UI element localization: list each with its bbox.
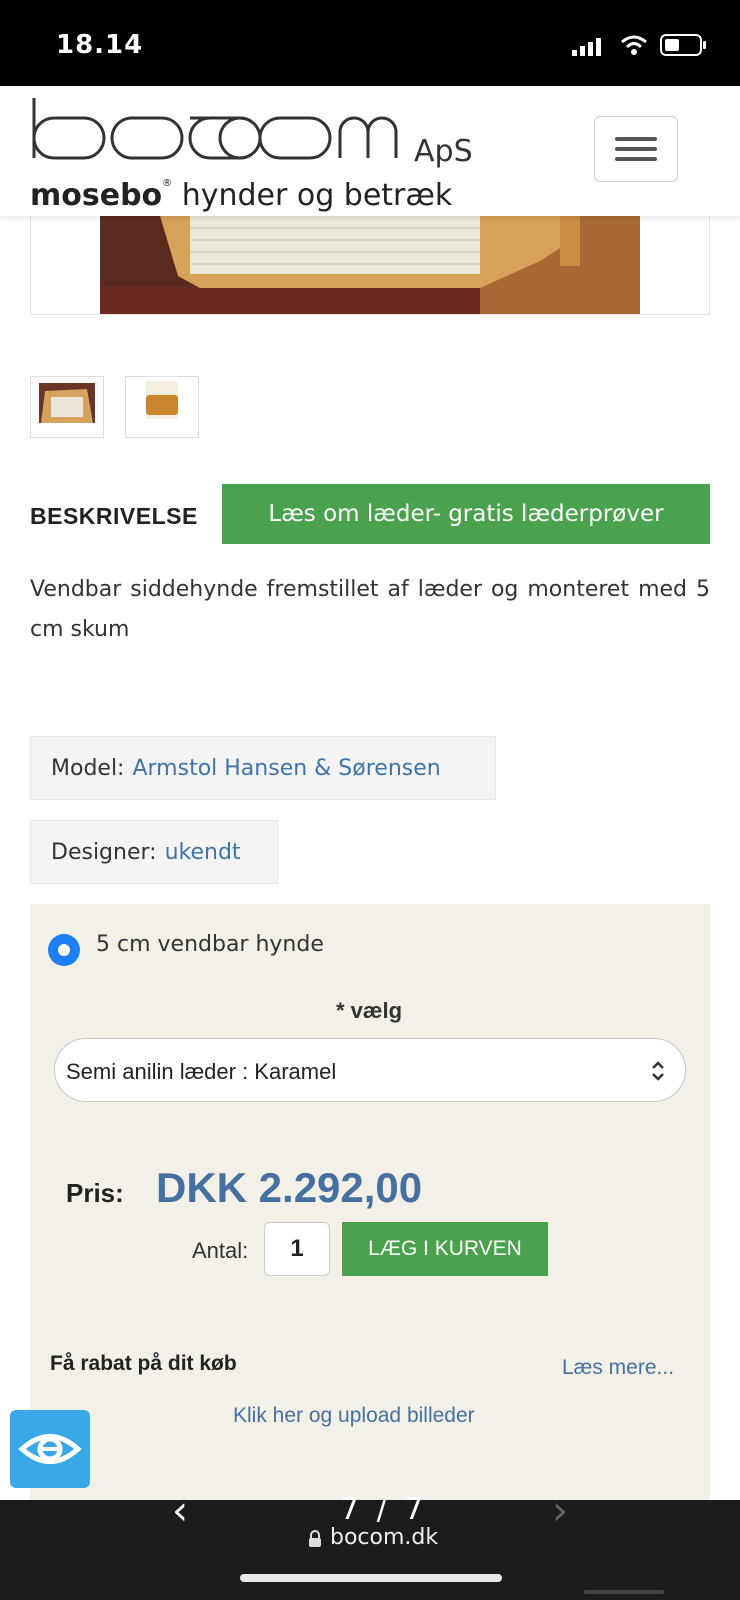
battery-icon (660, 34, 706, 56)
price-value: DKK 2.292,00 (156, 1164, 423, 1211)
description-text: Vendbar siddehynde fremstillet af læder … (30, 577, 710, 642)
model-link[interactable]: Armstol Hansen & Sørensen (132, 756, 440, 781)
quantity-input[interactable]: 1 (264, 1222, 330, 1276)
lock-icon (309, 1530, 321, 1547)
model-label: Model: (51, 755, 125, 781)
thumbnail-image (146, 381, 178, 419)
bocom-logo[interactable] (28, 96, 408, 162)
designer-info: Designer: ukendt (30, 820, 278, 884)
designer-label: Designer: (51, 839, 157, 865)
chevron-updown-icon (652, 1061, 664, 1081)
hamburger-menu-button[interactable] (594, 116, 678, 182)
material-select-value[interactable]: Semi anilin læder : Karamel (66, 1059, 336, 1085)
tagline-brand: mosebo (30, 178, 163, 213)
upload-images-link[interactable]: Klik her og upload billeder (233, 1404, 475, 1428)
thumbnail-image (39, 383, 95, 423)
signal-icon (572, 38, 601, 56)
quantity-label: Antal: (192, 1238, 249, 1263)
logo-aps: ApS (414, 134, 473, 169)
thumbnail-2[interactable] (125, 376, 199, 438)
option-label[interactable]: 5 cm vendbar hynde (96, 932, 324, 957)
eye-icon (18, 1434, 82, 1464)
site-header: bocom ApS mosebo® hynder og betræk (0, 86, 740, 216)
hamburger-icon (615, 137, 657, 141)
discount-label: Få rabat på dit køb (50, 1352, 237, 1375)
model-info: Model: Armstol Hansen & Sørensen (30, 736, 496, 800)
tagline-text: hynder og betræk (172, 178, 453, 213)
wifi-icon (621, 35, 647, 55)
thumbnail-1[interactable] (30, 376, 104, 438)
choose-label: * vælg (336, 998, 403, 1023)
price-label: Pris: (66, 1178, 124, 1208)
back-arrow-icon[interactable]: ‹ (172, 1488, 188, 1534)
accessibility-widget-button[interactable] (10, 1410, 90, 1488)
status-time: 18.14 (56, 30, 144, 60)
description-heading: BESKRIVELSE (30, 503, 198, 529)
read-more-link[interactable]: Læs mere... (562, 1356, 674, 1380)
leather-info-button[interactable]: Læs om læder- gratis læderprøver (222, 484, 710, 544)
designer-link[interactable]: ukendt (165, 840, 241, 865)
logo-tagline: mosebo® hynder og betræk (30, 178, 453, 213)
url-bar[interactable]: bocom.dk (330, 1525, 438, 1550)
radio-dot (58, 944, 70, 956)
forward-arrow-icon[interactable]: › (552, 1488, 568, 1534)
add-to-cart-button[interactable]: LÆG I KURVEN (342, 1222, 548, 1276)
home-indicator[interactable] (240, 1574, 502, 1582)
product-image[interactable] (100, 216, 640, 314)
pager-text: 7 / 7 (340, 1492, 428, 1527)
corner-bar (584, 1590, 664, 1594)
